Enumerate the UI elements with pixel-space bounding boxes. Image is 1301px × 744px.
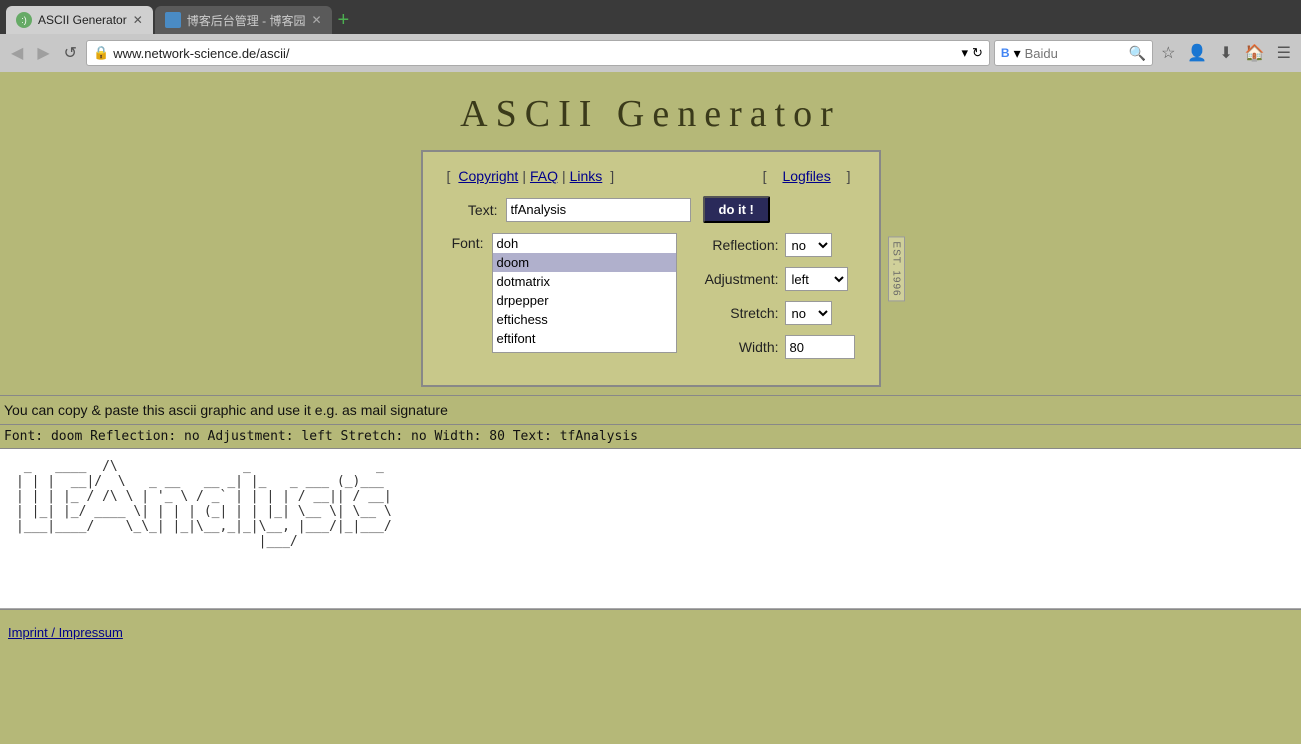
search-engine-icon: B xyxy=(1001,46,1010,60)
tab-close-blog[interactable]: ✕ xyxy=(311,13,321,27)
imprint-link[interactable]: Imprint / Impressum xyxy=(8,625,123,640)
right-bracket: ] xyxy=(610,168,614,184)
left-bracket2: [ xyxy=(763,168,767,184)
address-text: www.network-science.de/ascii/ xyxy=(113,46,957,61)
refresh-button[interactable]: ↺ xyxy=(59,41,82,65)
stretch-label: Stretch: xyxy=(689,305,779,321)
user-button[interactable]: 👤 xyxy=(1183,41,1211,65)
search-icon[interactable]: 🔍 xyxy=(1129,45,1146,62)
font-list[interactable]: doh doom dotmatrix drpepper eftichess ef… xyxy=(492,233,677,353)
faq-link[interactable]: FAQ xyxy=(530,168,558,184)
page-content: ASCII Generator [ Copyright | FAQ | Link… xyxy=(0,72,1301,672)
info-bar: You can copy & paste this ascii graphic … xyxy=(0,395,1301,425)
links-link[interactable]: Links xyxy=(570,168,603,184)
lock-icon: 🔒 xyxy=(93,45,109,61)
dropdown-icon: ▾ xyxy=(961,45,968,61)
width-row: Width: xyxy=(689,335,859,359)
font-options-row: Font: doh doom dotmatrix drpepper eftich… xyxy=(443,233,859,359)
forward-button[interactable]: ▶ xyxy=(32,41,54,65)
adjustment-select[interactable]: left center right xyxy=(785,267,848,291)
form-box: [ Copyright | FAQ | Links ] [ Logfiles ] xyxy=(421,150,881,387)
adjustment-label: Adjustment: xyxy=(689,271,779,287)
bookmark-star-button[interactable]: ☆ xyxy=(1157,41,1179,65)
logfiles-link[interactable]: Logfiles xyxy=(782,168,830,184)
reflection-row: Reflection: no yes xyxy=(689,233,859,257)
font-item-eftifont[interactable]: eftifont xyxy=(493,329,676,348)
font-label: Font: xyxy=(443,235,484,251)
home-button[interactable]: 🏠 xyxy=(1241,41,1269,65)
reload-icon: ↻ xyxy=(972,45,983,61)
reflection-select[interactable]: no yes xyxy=(785,233,832,257)
stretch-select[interactable]: no yes xyxy=(785,301,832,325)
browser-chrome: :) ASCII Generator ✕ 博客后台管理 - 博客园 ✕ + ◀ … xyxy=(0,0,1301,72)
nav-bar: ◀ ▶ ↺ 🔒 www.network-science.de/ascii/ ▾ … xyxy=(0,34,1301,72)
reflection-label: Reflection: xyxy=(689,237,779,253)
font-item-eftipiti[interactable]: eftipiti xyxy=(493,348,676,353)
add-tab-button[interactable]: + xyxy=(338,10,350,30)
tab-label-blog: 博客后台管理 - 博客园 xyxy=(187,12,306,29)
tab-label-ascii: ASCII Generator xyxy=(38,13,127,27)
search-input[interactable] xyxy=(1025,46,1125,61)
copyright-link[interactable]: Copyright xyxy=(458,168,518,184)
tab-blog[interactable]: 博客后台管理 - 博客园 ✕ xyxy=(155,6,332,34)
left-bracket: [ xyxy=(447,168,451,184)
ascii-art-content: _ ____ /\ _ _ | | | __|/ \ _ __ __ _| |_… xyxy=(16,459,392,549)
info-text: You can copy & paste this ascii graphic … xyxy=(4,402,448,418)
text-row: Text: do it ! xyxy=(443,196,859,223)
page-title: ASCII Generator xyxy=(0,72,1301,146)
search-engine-dropdown: ▾ xyxy=(1014,45,1021,62)
stretch-row: Stretch: no yes xyxy=(689,301,859,325)
font-item-drpepper[interactable]: drpepper xyxy=(493,291,676,310)
tab-close-ascii[interactable]: ✕ xyxy=(133,13,143,27)
tab-ascii-generator[interactable]: :) ASCII Generator ✕ xyxy=(6,6,153,34)
nav-links: [ Copyright | FAQ | Links ] [ Logfiles ] xyxy=(443,168,859,184)
text-input[interactable] xyxy=(506,198,691,222)
download-button[interactable]: ⬇ xyxy=(1215,41,1236,65)
right-bracket2: ] xyxy=(847,168,851,184)
text-label: Text: xyxy=(443,202,498,218)
search-box[interactable]: B ▾ 🔍 xyxy=(994,40,1153,66)
width-label: Width: xyxy=(689,339,779,355)
sep2: | xyxy=(562,168,566,184)
tab-icon-blog xyxy=(165,12,181,28)
font-item-eftichess[interactable]: eftichess xyxy=(493,310,676,329)
font-item-doom[interactable]: doom xyxy=(493,253,676,272)
est-badge: EST. 1996 xyxy=(888,236,905,301)
font-item-doh[interactable]: doh xyxy=(493,234,676,253)
menu-button[interactable]: ☰ xyxy=(1273,41,1295,65)
right-nav: [ Logfiles ] xyxy=(759,168,855,184)
font-list-container: doh doom dotmatrix drpepper eftichess ef… xyxy=(492,233,677,353)
tab-bar: :) ASCII Generator ✕ 博客后台管理 - 博客园 ✕ + xyxy=(0,0,1301,34)
do-it-button[interactable]: do it ! xyxy=(703,196,770,223)
sep1: | xyxy=(522,168,526,184)
ascii-art-area: _ ____ /\ _ _ | | | __|/ \ _ __ __ _| |_… xyxy=(0,449,1301,609)
options-panel: Reflection: no yes Adjustment: left cent… xyxy=(689,233,859,359)
footer: Imprint / Impressum xyxy=(0,610,1301,654)
back-button[interactable]: ◀ xyxy=(6,41,28,65)
meta-bar: Font: doom Reflection: no Adjustment: le… xyxy=(0,425,1301,449)
font-item-dotmatrix[interactable]: dotmatrix xyxy=(493,272,676,291)
address-bar[interactable]: 🔒 www.network-science.de/ascii/ ▾ ↻ xyxy=(86,40,990,66)
meta-text: Font: doom Reflection: no Adjustment: le… xyxy=(4,429,638,444)
adjustment-row: Adjustment: left center right xyxy=(689,267,859,291)
width-input[interactable] xyxy=(785,335,855,359)
tab-icon-ascii: :) xyxy=(16,12,32,28)
